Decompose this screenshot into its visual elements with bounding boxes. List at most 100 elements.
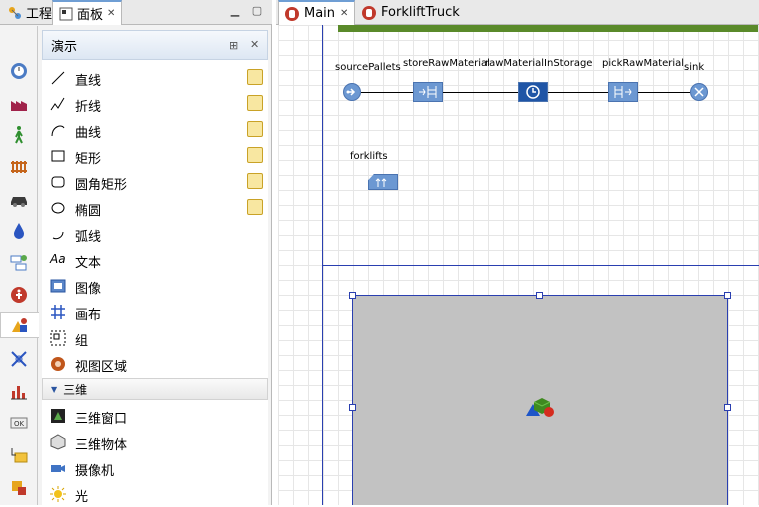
palette-item-3d-object[interactable]: 三维物体 (42, 429, 268, 455)
category-emergency[interactable] (6, 282, 32, 308)
palette-item-image[interactable]: 图像 (42, 273, 268, 299)
category-bar: OK (0, 26, 39, 505)
category-rail[interactable] (6, 154, 32, 180)
tab-project[interactable]: 工程 (2, 0, 58, 25)
resize-handle[interactable] (349, 292, 356, 299)
process-icon (10, 255, 27, 271)
category-fluid[interactable] (6, 218, 32, 244)
connector[interactable] (443, 92, 518, 93)
source-block[interactable] (343, 83, 361, 101)
ok-icon: OK (10, 417, 28, 429)
palette-item-label: 文本 (75, 256, 102, 271)
palette-item-camera[interactable]: 摄像机 (42, 455, 268, 481)
palette-item-label: 画布 (75, 308, 102, 323)
palette-item-label: 折线 (75, 100, 102, 115)
delay-block[interactable] (518, 82, 548, 102)
pencil-icon[interactable] (247, 121, 263, 137)
left-tab-bar: 工程 面板 ✕ ▁ ▢ (0, 0, 272, 25)
curve-icon (51, 125, 65, 137)
line-icon (51, 71, 65, 85)
resource-label: forklifts (350, 151, 388, 162)
tab-project-label: 工程 (26, 7, 53, 22)
collapse-triangle-icon: ▼ (51, 384, 58, 394)
category-timer[interactable] (6, 58, 32, 84)
palette-item-rectangle[interactable]: 矩形 (42, 143, 268, 169)
palette-item-label: 矩形 (75, 152, 102, 167)
graphical-editor-canvas[interactable]: sourcePallets storeRawMaterial rawMateri… (278, 25, 759, 505)
palette-item-text[interactable]: Aa 文本 (42, 247, 268, 273)
folder-icon (11, 448, 28, 463)
connector[interactable] (638, 92, 690, 93)
layout-icon[interactable]: ⊞ (229, 39, 238, 52)
polyline-icon (50, 97, 65, 111)
3d-window-preview[interactable] (352, 295, 728, 505)
palette-item-3d-window[interactable]: 三维窗口 (42, 403, 268, 429)
palette-item-view-area[interactable]: 视图区域 (42, 351, 268, 377)
light-icon (50, 486, 66, 502)
pencil-icon[interactable] (247, 69, 263, 85)
tab-forklifttruck-label: ForkliftTruck (381, 5, 460, 20)
resource-pool-block[interactable] (368, 174, 398, 190)
connector[interactable] (361, 92, 413, 93)
palette-header: 演示 ⊞ ✕ (42, 30, 268, 60)
agent-icon (12, 481, 26, 495)
pencil-icon[interactable] (247, 199, 263, 215)
palette-item-arc[interactable]: 弧线 (42, 221, 268, 247)
palette-item-label: 三维窗口 (75, 412, 128, 427)
category-connectivity[interactable] (6, 442, 32, 468)
category-controls[interactable]: OK (6, 410, 32, 436)
group-icon (50, 330, 66, 346)
tab-palette[interactable]: 面板 ✕ (52, 0, 123, 25)
car-icon (11, 197, 27, 207)
palette-item-rounded-rectangle[interactable]: 圆角矩形 (42, 169, 268, 195)
maximize-icon[interactable]: ▢ (250, 4, 264, 18)
tab-main[interactable]: Main ✕ (278, 0, 356, 25)
category-statechart[interactable] (6, 346, 32, 372)
category-road[interactable] (6, 186, 32, 212)
category-factory[interactable] (6, 90, 32, 116)
palette-item-canvas[interactable]: 画布 (42, 299, 268, 325)
palette-item-curve[interactable]: 曲线 (42, 117, 268, 143)
palette-item-polyline[interactable]: 折线 (42, 91, 268, 117)
category-process[interactable] (6, 250, 32, 276)
presentation-icon (12, 318, 27, 332)
palette-item-label: 弧线 (75, 230, 102, 245)
category-agent[interactable] (6, 474, 32, 500)
resize-handle[interactable] (724, 292, 731, 299)
clock-icon (526, 85, 540, 99)
palette-item-oval[interactable]: 椭圆 (42, 195, 268, 221)
rack-pick-icon (614, 86, 632, 98)
agent-type-icon (285, 6, 299, 21)
palette-item-line[interactable]: 直线 (42, 65, 268, 91)
image-icon (50, 279, 66, 293)
palette-item-group[interactable]: 组 (42, 325, 268, 351)
pencil-icon[interactable] (247, 95, 263, 111)
sink-icon (694, 87, 704, 97)
connector[interactable] (548, 92, 608, 93)
palette-item-label: 曲线 (75, 126, 102, 141)
section-3d-header[interactable]: ▼ 三维 (42, 378, 268, 400)
close-icon[interactable]: ✕ (340, 8, 348, 19)
editor-area: Main ✕ ForkliftTruck sourcePallets store… (276, 0, 759, 505)
tab-forklifttruck[interactable]: ForkliftTruck (356, 0, 466, 25)
pencil-icon[interactable] (247, 173, 263, 189)
sink-block[interactable] (690, 83, 708, 101)
category-pedestrian[interactable] (6, 122, 32, 148)
rounded-rectangle-icon (51, 176, 65, 188)
rackstore-block[interactable] (413, 82, 443, 102)
pencil-icon[interactable] (247, 147, 263, 163)
resize-handle[interactable] (724, 404, 731, 411)
close-icon[interactable]: ✕ (107, 8, 115, 19)
frame-line (322, 266, 323, 505)
presentation-palette: 演示 ⊞ ✕ 直线 折线 曲线 矩形 圆角矩形 椭圆 弧线 Aa 文本 图像 画… (42, 30, 268, 505)
palette-item-light[interactable]: 光 (42, 481, 268, 507)
category-presentation[interactable] (0, 312, 39, 338)
category-analysis[interactable] (6, 378, 32, 404)
resize-handle[interactable] (536, 292, 543, 299)
minimize-icon[interactable]: ▁ (228, 4, 242, 18)
svg-text:OK: OK (14, 420, 25, 428)
resize-handle[interactable] (349, 404, 356, 411)
rackpick-block[interactable] (608, 82, 638, 102)
block-label-store: storeRawMaterial (403, 58, 490, 69)
close-palette-icon[interactable]: ✕ (250, 38, 259, 51)
